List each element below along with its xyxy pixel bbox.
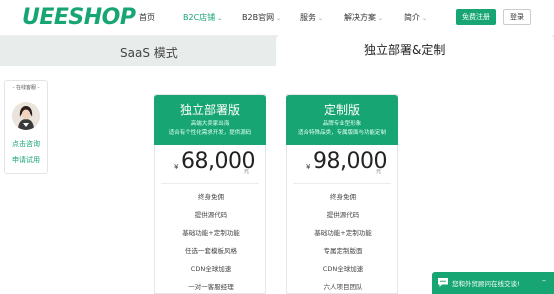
chevron-down-icon: ⌄ <box>378 15 384 22</box>
plan-name: 定制版 <box>323 103 360 117</box>
divider <box>293 183 391 184</box>
nav-b2b-label: B2B官网 <box>242 13 275 22</box>
feature-item: 六人项目团队 <box>323 283 363 291</box>
nav-about-label: 简介 <box>404 13 420 22</box>
plan-card-local: 独立部署版 高端大卖家出海 适合有个性化需求开发，提供源码 ¥ 68,000 元… <box>154 94 266 294</box>
feature-item: 提供源代码 <box>194 211 228 219</box>
feature-item: CDN全球加速 <box>322 265 364 273</box>
divider <box>161 183 259 184</box>
site-header: UEESHOP 首页 B2C店铺 ⌄ B2B官网 ⌄ 服务 ⌄ 解决方案 ⌄ 简介 ⌄ 免… <box>0 0 554 36</box>
nav-b2c[interactable]: B2C店铺 ⌄ <box>183 12 222 23</box>
feature-item: 提供源代码 <box>326 211 360 219</box>
feature-item: 任选一套模板风格 <box>185 247 237 255</box>
plan-description: 适合有个性化需求开发，提供源码 <box>168 130 252 136</box>
chevron-down-icon: ⌄ <box>422 15 428 22</box>
online-service-widget: - 在线客服 - 点击咨询 申请试用 <box>4 80 48 174</box>
plan-description: 适合特殊品类，专属版面与功能定制 <box>297 130 386 136</box>
online-service-title: - 在线客服 - <box>12 85 40 91</box>
plan-tagline: 品牌专业型形象 <box>322 121 362 127</box>
nav-solutions[interactable]: 解决方案 ⌄ <box>344 12 383 23</box>
feature-item: 终身免佣 <box>330 193 356 201</box>
nav-service[interactable]: 服务 ⌄ <box>300 12 323 23</box>
chat-invite-text: 您和外贸顾问在线交谈! <box>452 280 520 288</box>
price-unit: 元 <box>376 169 382 175</box>
minimize-icon[interactable]: – <box>542 276 546 285</box>
click-consult-link[interactable]: 点击咨询 <box>5 139 47 149</box>
price-unit: 元 <box>244 169 250 175</box>
price-currency: ¥ <box>306 163 311 171</box>
price-currency: ¥ <box>174 163 179 171</box>
plan-name: 独立部署版 <box>179 103 240 117</box>
nav-home-label: 首页 <box>139 13 155 22</box>
nav-b2b[interactable]: B2B官网 ⌄ <box>242 12 281 23</box>
chevron-down-icon: ⌄ <box>276 15 282 22</box>
feature-item: CDN全球加速 <box>190 265 232 273</box>
site-logo[interactable]: UEESHOP <box>22 5 136 30</box>
live-chat-bar[interactable]: 您和外贸顾问在线交谈! – <box>432 272 554 294</box>
plan-card-header: 定制版 品牌专业型形象 适合特殊品类，专属版面与功能定制 <box>286 95 398 145</box>
feature-item: 终身免佣 <box>198 193 224 201</box>
apply-trial-link[interactable]: 申请试用 <box>5 155 47 165</box>
nav-solutions-label: 解决方案 <box>344 13 376 22</box>
plan-card-custom: 定制版 品牌专业型形象 适合特殊品类，专属版面与功能定制 ¥ 98,000 元 … <box>286 94 398 294</box>
nav-b2c-label: B2C店铺 <box>183 13 216 22</box>
tab-local-deploy[interactable]: 独立部署&定制 <box>276 32 554 66</box>
nav-home[interactable]: 首页 <box>139 12 155 23</box>
tab-saas-label: SaaS 模式 <box>120 46 178 60</box>
chat-bubble-icon <box>438 278 448 287</box>
tab-saas[interactable]: SaaS 模式 <box>0 36 276 66</box>
feature-item: 基础功能+定制功能 <box>182 229 240 237</box>
tab-local-deploy-label: 独立部署&定制 <box>364 43 446 57</box>
feature-item: 一对一客服经理 <box>188 283 234 291</box>
feature-item: 基础功能+定制功能 <box>314 229 372 237</box>
chevron-down-icon: ⌄ <box>318 15 324 22</box>
nav-service-label: 服务 <box>300 13 316 22</box>
chevron-down-icon: ⌄ <box>217 15 223 22</box>
agent-avatar <box>12 102 40 130</box>
register-button[interactable]: 免费注册 <box>456 9 496 25</box>
plan-card-header: 独立部署版 高端大卖家出海 适合有个性化需求开发，提供源码 <box>154 95 266 145</box>
login-button[interactable]: 登录 <box>503 9 531 25</box>
nav-about[interactable]: 简介 ⌄ <box>404 12 427 23</box>
feature-item: 专属定制版面 <box>323 247 363 255</box>
plan-tagline: 高端大卖家出海 <box>190 121 230 127</box>
pricing-section <box>0 66 554 294</box>
